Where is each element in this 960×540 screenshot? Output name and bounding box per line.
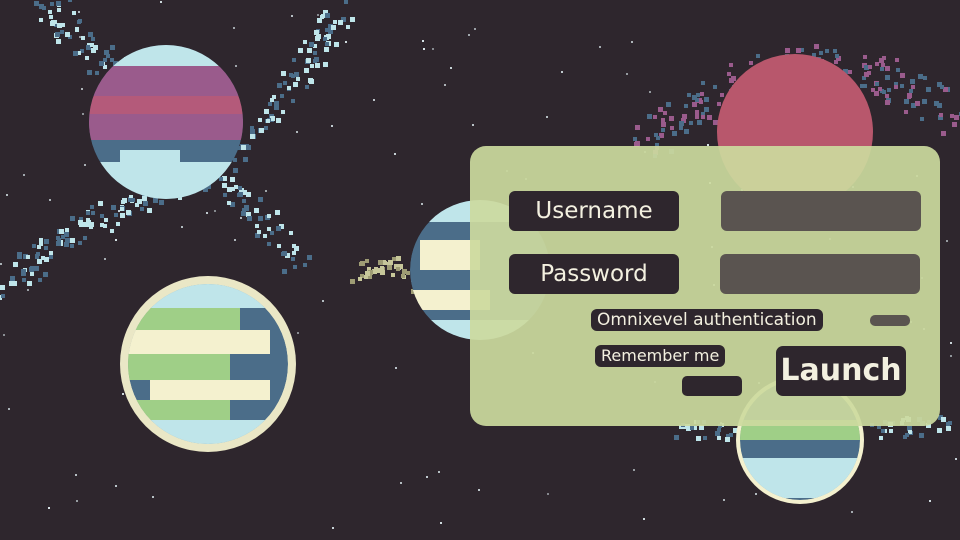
username-field[interactable] [721,191,921,231]
remember-me-toggle[interactable] [682,376,742,396]
omnixevel-authentication-label: Omnixevel authentication [591,309,823,331]
username-label: Username [509,191,679,231]
login-panel: Username Password Omnixevel authenticati… [470,146,940,426]
password-label: Password [509,254,679,294]
omnixevel-authentication-toggle[interactable] [870,315,910,326]
launch-button[interactable]: Launch [776,346,906,396]
password-field[interactable] [720,254,920,294]
remember-me-label: Remember me [595,345,726,367]
